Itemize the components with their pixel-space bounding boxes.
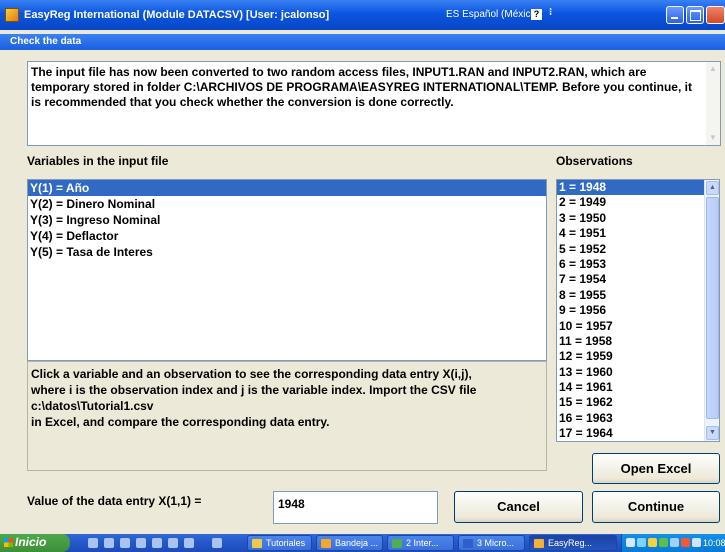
observations-scrollbar[interactable]: ▲ ▼	[704, 180, 719, 441]
taskbar-clock[interactable]: 10:08 a.	[703, 538, 725, 548]
variable-item[interactable]: Y(2) = Dinero Nominal	[28, 196, 546, 212]
continue-button[interactable]: Continue	[592, 491, 720, 523]
tray-icon[interactable]	[670, 538, 679, 547]
task-app-icon	[252, 539, 262, 548]
instructions-box: Click a variable and an observation to s…	[27, 361, 547, 471]
csv-file-path: c:\datos\Tutorial1.csv	[31, 399, 154, 413]
scroll-up-icon[interactable]: ▲	[706, 62, 720, 76]
variable-item[interactable]: Y(1) = Año	[28, 180, 546, 196]
observation-item[interactable]: 2 = 1949	[557, 195, 719, 210]
variables-list[interactable]: Y(1) = Año Y(2) = Dinero Nominal Y(3) = In…	[27, 179, 547, 361]
quicklaunch-icon[interactable]	[184, 538, 194, 548]
taskbar-button[interactable]: Bandeja ...	[316, 535, 383, 551]
observation-item[interactable]: 11 = 1958	[557, 334, 719, 349]
variable-item[interactable]: Y(4) = Deflactor	[28, 228, 546, 244]
observation-item[interactable]: 7 = 1954	[557, 272, 719, 287]
task-app-icon	[463, 539, 473, 548]
variable-item[interactable]: Y(5) = Tasa de Interes	[28, 244, 546, 260]
start-label: Inicio	[15, 535, 47, 549]
task-app-icon	[321, 539, 331, 548]
observation-item[interactable]: 6 = 1953	[557, 257, 719, 272]
window-title: EasyReg International (Module DATACSV) […	[24, 9, 330, 21]
quicklaunch-icon[interactable]	[152, 538, 162, 548]
data-entry-label: Value of the data entry X(1,1) =	[27, 494, 202, 508]
observations-list[interactable]: 1 = 1948 2 = 1949 3 = 1950 4 = 1951 5 = 1952…	[556, 179, 720, 442]
taskbar-button-label: 3 Micro...	[477, 538, 515, 548]
data-entry-value: 1948	[273, 491, 438, 524]
observation-item[interactable]: 8 = 1955	[557, 288, 719, 303]
scroll-down-icon[interactable]: ▼	[706, 131, 720, 145]
instructions-line: where i is the observation index and j i…	[31, 383, 477, 397]
window-titlebar: EasyReg International (Module DATACSV) […	[0, 0, 725, 30]
taskbar: Inicio Tutoriales Bandeja ... 2 Inter... 3 …	[0, 534, 725, 552]
start-button[interactable]: Inicio	[0, 534, 70, 552]
conversion-message: The input file has now been converted to…	[31, 65, 692, 109]
scroll-down-icon[interactable]: ▼	[706, 426, 719, 440]
task-app-icon	[534, 539, 544, 548]
dialog-title: Check the data	[0, 34, 725, 50]
observation-item[interactable]: 5 = 1952	[557, 242, 719, 257]
open-excel-button[interactable]: Open Excel	[592, 453, 720, 484]
tray-icon[interactable]	[681, 538, 690, 547]
taskbar-button[interactable]: 3 Micro...	[458, 535, 525, 551]
taskbar-button-label: EasyReg...	[548, 538, 593, 548]
language-indicator[interactable]: ES Español (México)	[446, 9, 539, 20]
task-app-icon	[392, 539, 402, 548]
quicklaunch-icon[interactable]	[212, 538, 222, 548]
quicklaunch-icon[interactable]	[136, 538, 146, 548]
quicklaunch-icon[interactable]	[88, 538, 98, 548]
minimize-button[interactable]	[666, 6, 684, 24]
taskbar-button-label: 2 Inter...	[406, 538, 439, 548]
observation-item[interactable]: 12 = 1959	[557, 349, 719, 364]
tray-icon[interactable]	[648, 538, 657, 547]
scroll-thumb[interactable]	[706, 197, 719, 419]
observation-item[interactable]: 4 = 1951	[557, 226, 719, 241]
tray-icon[interactable]	[626, 538, 635, 547]
system-tray: 10:08 a.	[621, 534, 725, 552]
quicklaunch-icon[interactable]	[104, 538, 114, 548]
windows-logo-icon	[4, 538, 13, 547]
language-options-icon[interactable]: ⁝	[549, 7, 552, 18]
quicklaunch-icon[interactable]	[168, 538, 178, 548]
app-icon	[5, 8, 19, 22]
taskbar-button[interactable]: EasyReg...	[529, 535, 617, 551]
scroll-up-icon[interactable]: ▲	[706, 181, 719, 195]
close-button[interactable]	[706, 6, 725, 24]
tray-icon[interactable]	[637, 538, 646, 547]
message-scrollbar[interactable]: ▲ ▼	[706, 62, 720, 145]
conversion-message-box[interactable]: The input file has now been converted to…	[27, 61, 721, 146]
observation-item[interactable]: 14 = 1961	[557, 380, 719, 395]
taskbar-button-label: Bandeja ...	[335, 538, 379, 548]
observation-item[interactable]: 17 = 1964	[557, 426, 719, 441]
observation-item[interactable]: 3 = 1950	[557, 211, 719, 226]
observation-item[interactable]: 9 = 1956	[557, 303, 719, 318]
tray-icon[interactable]	[659, 538, 668, 547]
tray-icon[interactable]	[692, 538, 701, 547]
taskbar-button-label: Tutoriales	[266, 538, 306, 548]
maximize-button[interactable]	[686, 6, 704, 24]
taskbar-button[interactable]: 2 Inter...	[387, 535, 454, 551]
quicklaunch-icon[interactable]	[120, 538, 130, 548]
observation-item[interactable]: 10 = 1957	[557, 319, 719, 334]
variable-item[interactable]: Y(3) = Ingreso Nominal	[28, 212, 546, 228]
variables-label: Variables in the input file	[27, 154, 169, 168]
observation-item[interactable]: 16 = 1963	[557, 411, 719, 426]
observations-label: Observations	[556, 154, 633, 168]
taskbar-button[interactable]: Tutoriales	[247, 535, 312, 551]
language-help-icon[interactable]: ?	[531, 9, 542, 20]
cancel-button[interactable]: Cancel	[454, 491, 583, 523]
instructions-line: Click a variable and an observation to s…	[31, 367, 472, 381]
instructions-line: in Excel, and compare the corresponding …	[31, 415, 330, 429]
observation-item[interactable]: 15 = 1962	[557, 395, 719, 410]
observation-item[interactable]: 1 = 1948	[557, 180, 719, 196]
observation-item[interactable]: 13 = 1960	[557, 365, 719, 380]
